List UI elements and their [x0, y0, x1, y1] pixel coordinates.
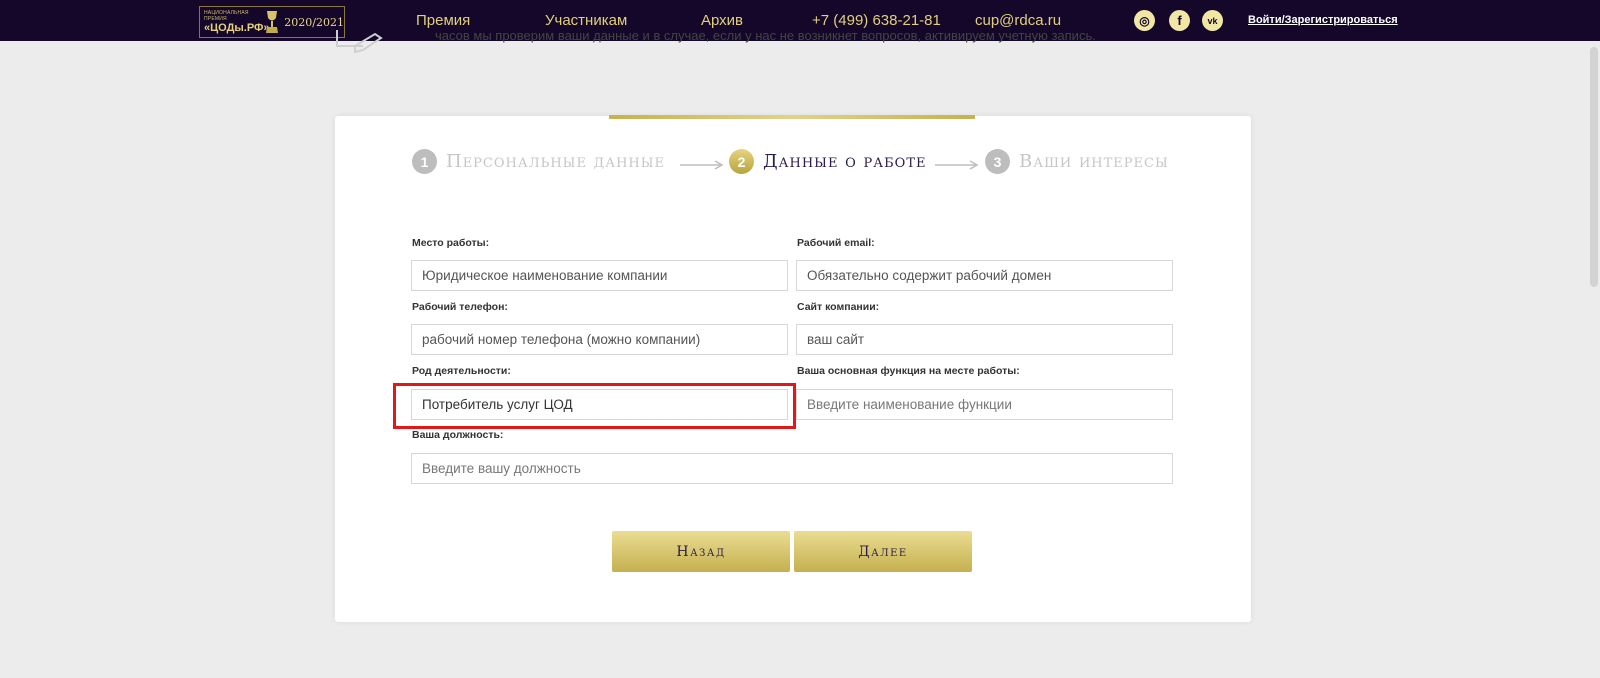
- step-number-3: 3: [985, 149, 1010, 174]
- function-label: Ваша основная функция на месте работы:: [797, 365, 1020, 377]
- activity-select[interactable]: [411, 389, 788, 420]
- scrollbar-thumb[interactable]: [1590, 47, 1598, 287]
- step-number-1: 1: [412, 149, 437, 174]
- back-button[interactable]: Назад: [612, 531, 790, 572]
- phone-link[interactable]: +7 (499) 638-21-81: [812, 12, 941, 29]
- step-interests: 3 Ваши интересы: [985, 149, 1169, 174]
- work-phone-input[interactable]: [411, 324, 788, 355]
- step-label-3: Ваши интересы: [1019, 151, 1169, 172]
- login-register-link[interactable]: Войти/Зарегистрироваться: [1248, 14, 1398, 26]
- activity-label: Род деятельности:: [412, 365, 511, 377]
- work-email-input[interactable]: [796, 260, 1173, 291]
- company-site-label: Сайт компании:: [797, 301, 880, 313]
- position-label: Ваша должность:: [412, 429, 504, 441]
- company-site-input[interactable]: [796, 324, 1173, 355]
- arrow-right-icon: [935, 160, 979, 170]
- next-button[interactable]: Далее: [794, 531, 972, 572]
- logo-years: 2020/2021: [284, 15, 344, 29]
- work-phone-label: Рабочий телефон:: [412, 301, 508, 313]
- position-input[interactable]: [411, 453, 1173, 484]
- facebook-icon[interactable]: f: [1169, 10, 1190, 31]
- document-edit-icon: [335, 30, 385, 56]
- work-email-label: Рабочий email:: [797, 237, 875, 249]
- nav-link-archive[interactable]: Архив: [701, 12, 743, 29]
- step-label-1: Персональные данные: [446, 151, 666, 172]
- vk-icon[interactable]: vk: [1202, 10, 1223, 31]
- active-step-indicator: [609, 115, 975, 119]
- workplace-label: Место работы:: [412, 237, 490, 249]
- step-work-data: 2 Данные о работе: [729, 149, 927, 174]
- registration-info-text: часов мы проверим ваши данные и в случае…: [435, 33, 1096, 43]
- step-number-2: 2: [729, 149, 754, 174]
- arrow-right-icon: [680, 160, 724, 170]
- step-personal-data: 1 Персональные данные: [412, 149, 665, 174]
- trophy-icon: [264, 9, 280, 35]
- nav-link-premia[interactable]: Премия: [416, 12, 470, 29]
- logo-small-text: НАЦИОНАЛЬНАЯ ПРЕМИЯ: [204, 10, 249, 22]
- step-label-2: Данные о работе: [763, 151, 927, 172]
- instagram-icon[interactable]: ◎: [1134, 10, 1155, 31]
- logo-main-text: «ЦОДы.РФ»: [204, 22, 270, 34]
- site-logo[interactable]: НАЦИОНАЛЬНАЯ ПРЕМИЯ «ЦОДы.РФ» 2020/2021: [199, 6, 345, 38]
- function-input[interactable]: [796, 389, 1173, 420]
- workplace-input[interactable]: [411, 260, 788, 291]
- email-link[interactable]: cup@rdca.ru: [975, 12, 1061, 29]
- page-scrollbar[interactable]: [1588, 41, 1600, 678]
- nav-link-participants[interactable]: Участникам: [545, 12, 627, 29]
